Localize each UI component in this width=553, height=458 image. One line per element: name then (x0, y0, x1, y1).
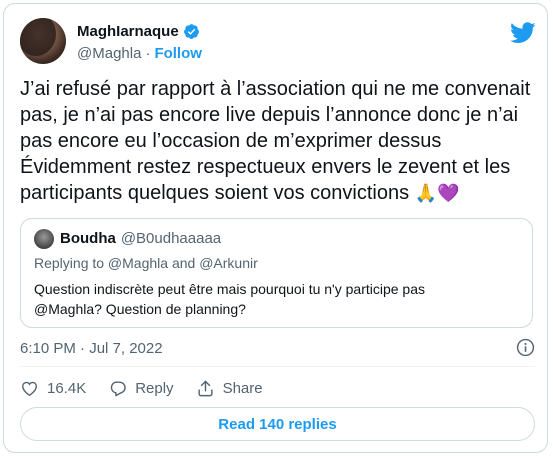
author-display-name[interactable]: MaghIarnaque (77, 23, 179, 40)
verified-badge-icon (183, 24, 199, 39)
like-button[interactable]: 16.4K (20, 379, 86, 398)
quoted-author-row: Boudha @B0udhaaaaa (60, 230, 221, 247)
quoted-text-line: @Maghla? Question de planning? (34, 301, 246, 317)
twitter-bird-icon[interactable] (510, 22, 536, 44)
tweet-emojis: 🙏💜 (414, 183, 460, 203)
author-avatar[interactable] (20, 18, 66, 64)
reply-icon (110, 380, 126, 396)
tweet-body: J’ai refusé par rapport à l’association … (20, 76, 535, 206)
quoted-display-name: Boudha (60, 230, 116, 247)
quoted-text-line: Question indiscrète peut être mais pourq… (34, 281, 426, 297)
divider (20, 366, 535, 367)
quoted-author-avatar (34, 229, 54, 249)
author-handle[interactable]: @Maghla (77, 45, 141, 62)
share-button[interactable]: Share (196, 379, 263, 398)
read-replies-button[interactable]: Read 140 replies (20, 407, 535, 441)
tweet-card: MaghIarnaque @Maghla · Follow J’ai refus… (3, 3, 548, 453)
author-name-row: MaghIarnaque (77, 23, 200, 40)
share-icon (198, 380, 213, 396)
tweet-line: pas encore eu l’occasion de m’exprimer d… (20, 130, 442, 152)
tweet-line: pas, je n’ai pas encore live depuis l’an… (20, 104, 519, 126)
separator-dot: · (145, 45, 151, 62)
reply-label: Reply (135, 379, 174, 397)
reply-button[interactable]: Reply (108, 379, 174, 398)
quoted-handle: @B0udhaaaaa (120, 230, 222, 247)
action-bar: 16.4K Reply Share (20, 377, 285, 399)
tweet-line-last: participants quelques soient vos convict… (20, 180, 535, 206)
quoted-replying-to: Replying to @Maghla and @Arkunir (34, 255, 258, 271)
tweet-timestamp[interactable]: 6:10 PM · Jul 7, 2022 (20, 340, 163, 357)
tweet-line: Évidemment restez respectueux envers le … (20, 156, 511, 178)
share-label: Share (222, 379, 263, 397)
follow-button[interactable]: Follow (154, 45, 202, 62)
tweet-line: J’ai refusé par rapport à l’association … (20, 78, 531, 100)
quoted-text: Question indiscrète peut être mais pourq… (34, 279, 524, 319)
tweet-line: participants quelques soient vos convict… (20, 182, 410, 204)
info-icon[interactable] (516, 338, 535, 357)
quoted-tweet[interactable]: Boudha @B0udhaaaaa Replying to @Maghla a… (20, 218, 533, 328)
heart-icon (22, 381, 37, 396)
like-count: 16.4K (47, 379, 87, 397)
author-handle-row: @Maghla · Follow (77, 45, 202, 62)
